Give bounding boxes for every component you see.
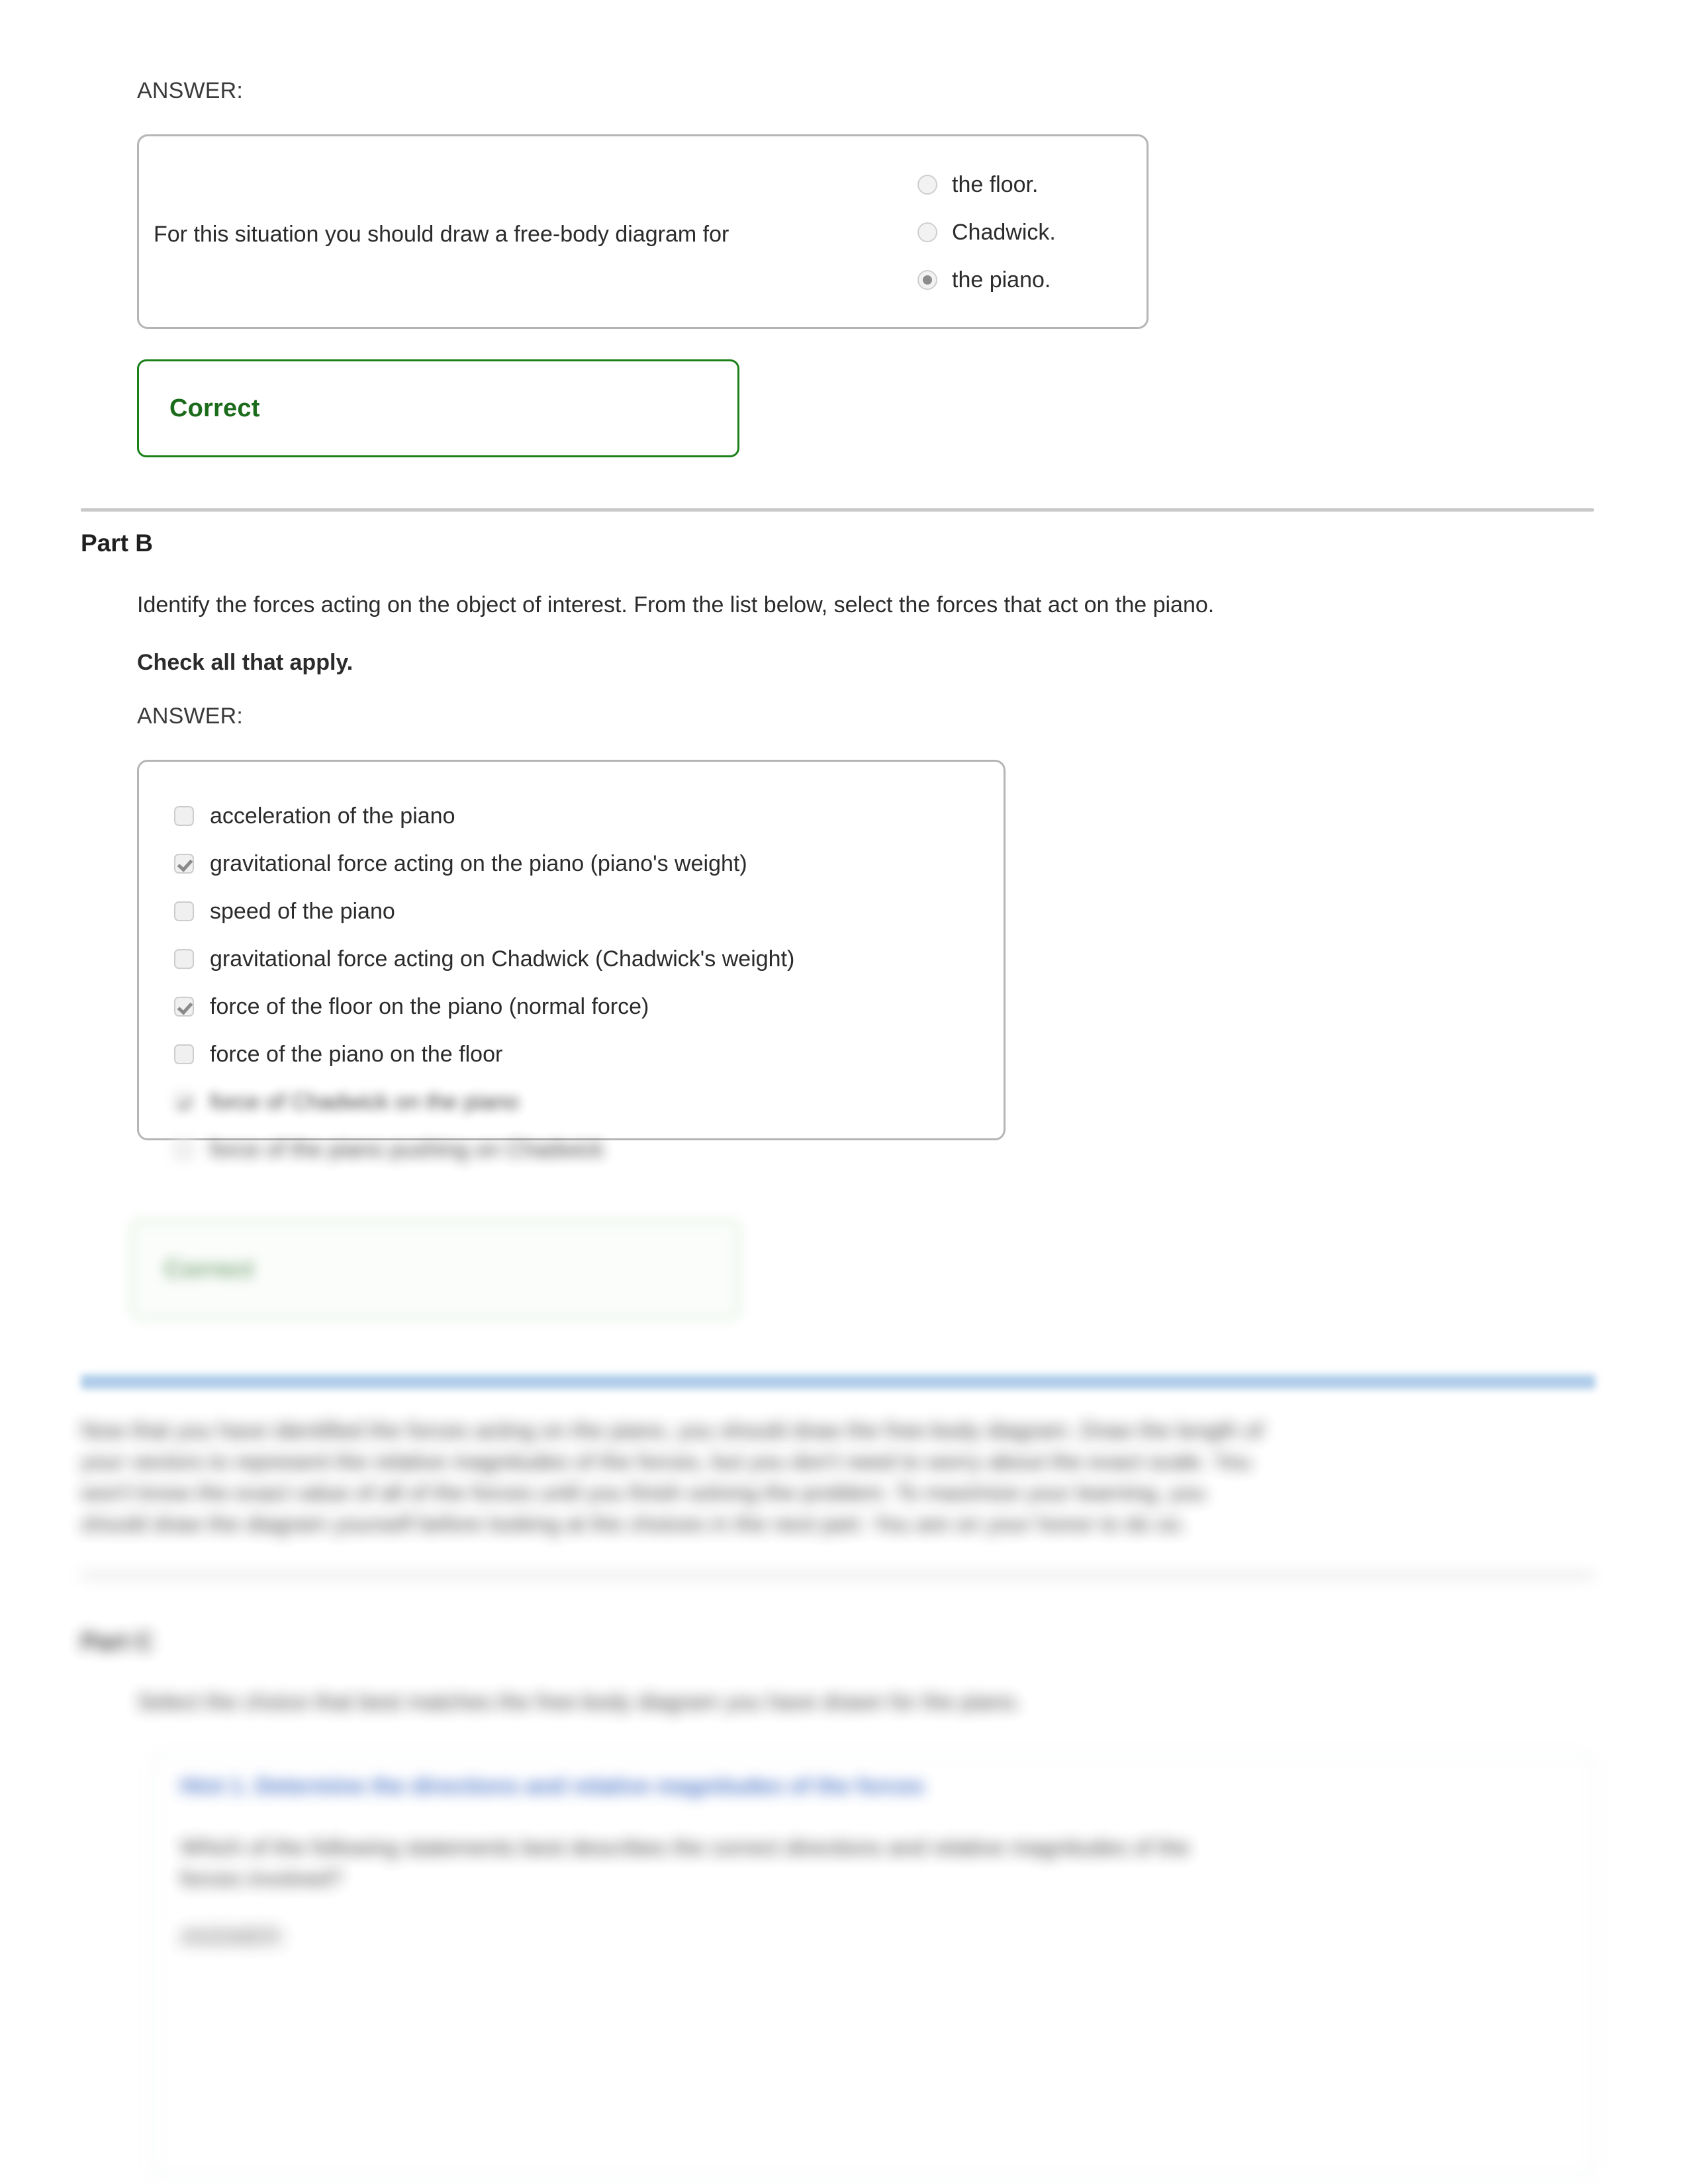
part-a-feedback-text: Correct xyxy=(169,394,260,422)
part-b-option-piano-on-chadwick[interactable]: force of the piano pushing on Chadwick xyxy=(174,1126,794,1173)
checkbox-icon-unchecked[interactable] xyxy=(174,1044,194,1064)
part-c-hint-link[interactable]: Hint 1. Determine the directions and rel… xyxy=(180,1774,924,1799)
checkbox-icon-unchecked[interactable] xyxy=(174,901,194,921)
explanation-line-3: won't know the exact value of all of the… xyxy=(81,1480,1206,1506)
part-a-prompt: For this situation you should draw a fre… xyxy=(154,222,729,247)
section-divider-2 xyxy=(81,1574,1594,1577)
part-c-hint-panel xyxy=(152,1754,1594,2177)
part-c-hint-body-line-1: Which of the following statements best d… xyxy=(180,1835,1190,1860)
part-c-hint-answer-label: ANSWER: xyxy=(180,1925,287,1950)
part-a-option-the-floor[interactable]: the floor. xyxy=(917,161,1056,208)
explanation-line-1: Now that you have identified the forces … xyxy=(81,1418,1264,1443)
part-b-answer-label: ANSWER: xyxy=(137,704,244,729)
part-b-checkbox-list: acceleration of the piano gravitational … xyxy=(174,792,794,1173)
part-b-option-piano-on-floor[interactable]: force of the piano on the floor xyxy=(174,1030,794,1078)
part-b-feedback-text: Correct xyxy=(164,1255,254,1283)
part-a-option-label: the piano. xyxy=(952,267,1051,293)
part-b-option-label: force of the floor on the piano (normal … xyxy=(210,993,649,1019)
part-c-instructions: Select the choice that best matches the … xyxy=(137,1690,1022,1715)
explanation-accent-rule xyxy=(81,1375,1595,1389)
checkbox-icon-checked[interactable] xyxy=(174,854,194,874)
checkbox-icon-unchecked[interactable] xyxy=(174,806,194,826)
part-a-answer-label: ANSWER: xyxy=(137,78,244,103)
part-a-option-chadwick[interactable]: Chadwick. xyxy=(917,208,1056,256)
part-b-option-acceleration[interactable]: acceleration of the piano xyxy=(174,792,794,840)
part-b-option-normal-force[interactable]: force of the floor on the piano (normal … xyxy=(174,983,794,1030)
section-divider xyxy=(81,508,1594,512)
hint-title: Determine the directions and relative ma… xyxy=(255,1774,925,1799)
part-a-option-the-piano[interactable]: the piano. xyxy=(917,256,1056,304)
checkbox-icon-unchecked[interactable] xyxy=(174,1140,194,1160)
part-b-option-label: force of the piano pushing on Chadwick xyxy=(210,1136,604,1162)
part-b-instructions: Identify the forces acting on the object… xyxy=(137,592,1215,617)
part-b-option-label: gravitational force acting on the piano … xyxy=(210,850,747,876)
hint-number: Hint 1. xyxy=(180,1774,249,1799)
part-c-heading: Part C xyxy=(81,1628,153,1655)
part-b-option-label: force of the piano on the floor xyxy=(210,1041,503,1067)
explanation-line-2: your vectors to represent the relative m… xyxy=(81,1449,1251,1475)
part-a-radio-group: the floor. Chadwick. the piano. xyxy=(917,161,1056,304)
part-b-option-label: acceleration of the piano xyxy=(210,803,455,829)
part-b-option-chadwick-on-piano[interactable]: force of Chadwick on the piano xyxy=(174,1078,794,1126)
homework-page: ANSWER: For this situation you should dr… xyxy=(0,0,1688,2184)
part-b-option-piano-weight[interactable]: gravitational force acting on the piano … xyxy=(174,840,794,887)
checkbox-icon-unchecked[interactable] xyxy=(174,949,194,969)
explanation-line-4: should draw the diagram yourself before … xyxy=(81,1512,1187,1537)
part-b-option-label: force of Chadwick on the piano xyxy=(210,1089,519,1115)
radio-icon-the-floor[interactable] xyxy=(917,175,937,195)
part-b-heading: Part B xyxy=(81,529,153,557)
part-a-option-label: Chadwick. xyxy=(952,219,1056,245)
part-c-hint-body-line-2: forces involved? xyxy=(180,1866,343,1891)
part-b-option-label: gravitational force acting on Chadwick (… xyxy=(210,946,795,972)
part-b-check-all-note: Check all that apply. xyxy=(137,650,353,675)
part-b-option-label: speed of the piano xyxy=(210,898,395,924)
part-b-option-chadwick-weight[interactable]: gravitational force acting on Chadwick (… xyxy=(174,935,794,983)
part-a-feedback-box: Correct xyxy=(137,359,739,457)
part-a-option-label: the floor. xyxy=(952,171,1039,197)
checkbox-icon-checked[interactable] xyxy=(174,1092,194,1112)
part-b-option-speed[interactable]: speed of the piano xyxy=(174,887,794,935)
checkbox-icon-checked[interactable] xyxy=(174,997,194,1017)
radio-icon-the-piano-selected[interactable] xyxy=(917,270,937,290)
radio-icon-chadwick[interactable] xyxy=(917,222,937,242)
